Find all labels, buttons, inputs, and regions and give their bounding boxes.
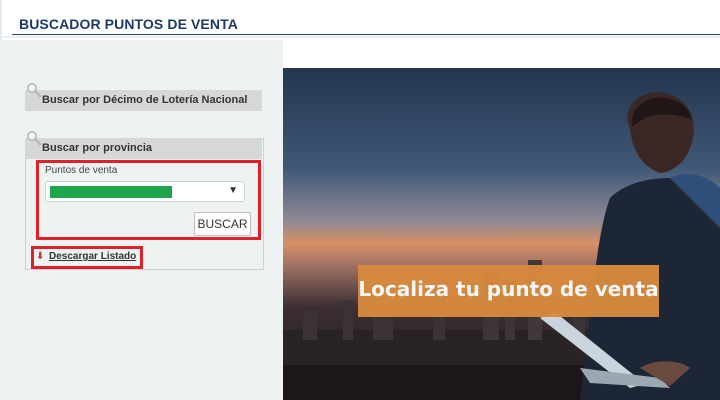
hero-image: Localiza tu punto de venta [283, 68, 720, 400]
magnifier-icon [27, 131, 42, 146]
page-title: BUSCADOR PUNTOS DE VENTA [19, 16, 238, 32]
search-by-decimo-label: Buscar por Décimo de Lotería Nacional [42, 94, 248, 106]
hero-banner: Localiza tu punto de venta [358, 265, 659, 317]
magnifier-icon [27, 83, 42, 98]
highlight-frame-form [36, 160, 261, 240]
header-divider [12, 34, 720, 35]
person-with-laptop-illustration [540, 92, 720, 400]
header-edge [0, 0, 2, 40]
header: BUSCADOR PUNTOS DE VENTA [0, 0, 720, 40]
search-by-decimo-header[interactable]: Buscar por Décimo de Lotería Nacional [25, 83, 262, 111]
highlight-frame-link [31, 246, 143, 269]
search-by-province-header[interactable]: Buscar por provincia [25, 131, 262, 159]
hero-banner-text: Localiza tu punto de venta [358, 277, 659, 301]
search-by-province-label: Buscar por provincia [42, 142, 153, 154]
header-shadow [0, 36, 720, 38]
